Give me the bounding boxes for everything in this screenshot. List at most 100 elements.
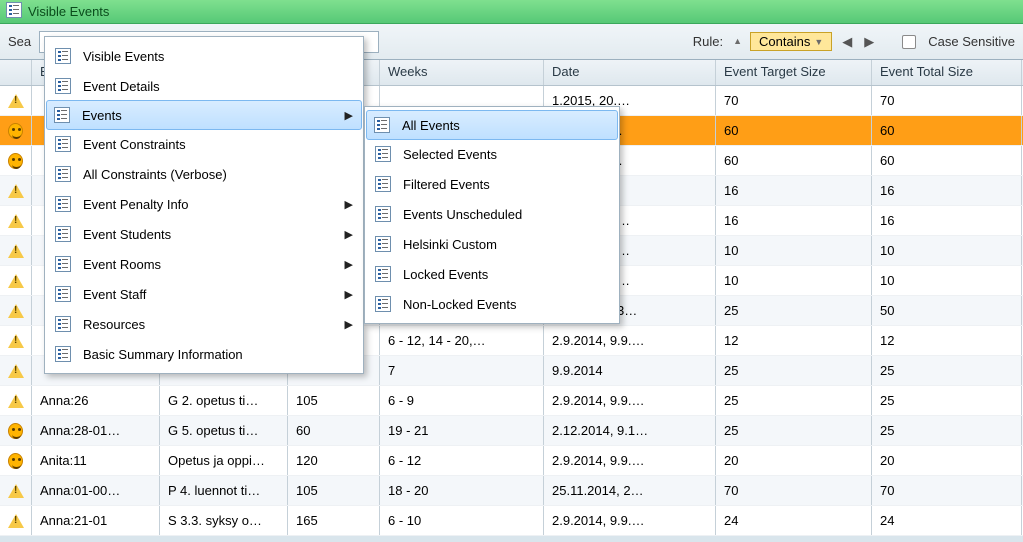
submenu-item[interactable]: Locked Events [367, 259, 617, 289]
cell-total: 16 [872, 176, 1022, 205]
cell-total: 24 [872, 506, 1022, 535]
menu-item[interactable]: Event Penalty Info ▶ [47, 189, 361, 219]
menu-item-label: Basic Summary Information [83, 347, 243, 362]
submenu-item[interactable]: Non-Locked Events [367, 289, 617, 319]
chevron-right-icon: ▶ [345, 198, 353, 211]
cell-total: 20 [872, 446, 1022, 475]
menu-item[interactable]: Event Constraints [47, 129, 361, 159]
col-icon[interactable] [0, 60, 32, 85]
cell-date: 2.9.2014, 9.9.… [544, 326, 716, 355]
menu-item-label: Event Penalty Info [83, 197, 189, 212]
submenu-item[interactable]: Filtered Events [367, 169, 617, 199]
list-icon [52, 107, 72, 123]
menu-item-label: Event Staff [83, 287, 146, 302]
cell-g: P 4. luennot ti… [160, 476, 288, 505]
menu-item[interactable]: Event Students ▶ [47, 219, 361, 249]
menu-item[interactable]: Event Staff▶ [47, 279, 361, 309]
col-total[interactable]: Event Total Size [872, 60, 1022, 85]
list-icon [6, 2, 22, 21]
list-icon [372, 117, 392, 133]
cell-event: Anna:21-01 [32, 506, 160, 535]
cell-date: 2.9.2014, 9.9.… [544, 506, 716, 535]
cell-total: 25 [872, 386, 1022, 415]
table-row[interactable]: Anna:21-01S 3.3. syksy o…1656 - 102.9.20… [0, 506, 1023, 536]
list-icon [373, 266, 393, 282]
cell-total: 10 [872, 266, 1022, 295]
menu-item-label: All Constraints (Verbose) [83, 167, 227, 182]
menu-item-label: Event Students [83, 227, 171, 242]
cell-n: 60 [288, 416, 380, 445]
list-icon [53, 226, 73, 242]
cell-weeks: 18 - 20 [380, 476, 544, 505]
table-row[interactable]: Anna:26G 2. opetus ti…1056 - 92.9.2014, … [0, 386, 1023, 416]
chevron-right-icon: ▶ [345, 258, 353, 271]
rule-prev-group-icon[interactable]: ▲ [733, 36, 742, 46]
list-icon [53, 48, 73, 64]
col-date[interactable]: Date [544, 60, 716, 85]
cell-target: 12 [716, 326, 872, 355]
col-target[interactable]: Event Target Size [716, 60, 872, 85]
table-row[interactable]: Anita:11Opetus ja oppi…1206 - 122.9.2014… [0, 446, 1023, 476]
rule-prev-button[interactable]: ◀ [840, 33, 854, 51]
cell-target: 10 [716, 266, 872, 295]
submenu-item-label: Non-Locked Events [403, 297, 516, 312]
warning-icon [8, 244, 24, 258]
submenu-item-label: Selected Events [403, 147, 497, 162]
list-icon [53, 346, 73, 362]
warning-icon [8, 334, 24, 348]
cell-date: 25.11.2014, 2… [544, 476, 716, 505]
search-label: Sea [8, 34, 31, 49]
menu-item[interactable]: Basic Summary Information [47, 339, 361, 369]
menu-item[interactable]: Events▶ [46, 100, 362, 130]
table-row[interactable]: Anna:28-01…G 5. opetus ti…6019 - 212.12.… [0, 416, 1023, 446]
menu-item[interactable]: Resources▶ [47, 309, 361, 339]
warning-icon [8, 364, 24, 378]
warning-icon [8, 484, 24, 498]
list-icon [53, 286, 73, 302]
cell-target: 16 [716, 206, 872, 235]
table-row[interactable]: Anna:01-00…P 4. luennot ti…10518 - 2025.… [0, 476, 1023, 506]
warning-icon [8, 274, 24, 288]
cell-g: Opetus ja oppi… [160, 446, 288, 475]
cell-weeks: 6 - 10 [380, 506, 544, 535]
rule-label: Rule: [693, 34, 723, 49]
menu-item[interactable]: Visible Events [47, 41, 361, 71]
case-sensitive-checkbox[interactable] [902, 35, 916, 49]
menu-item-label: Event Rooms [83, 257, 161, 272]
list-icon [53, 166, 73, 182]
cell-total: 70 [872, 86, 1022, 115]
list-icon [53, 316, 73, 332]
cell-total: 60 [872, 146, 1022, 175]
submenu-item[interactable]: Events Unscheduled [367, 199, 617, 229]
list-icon [373, 206, 393, 222]
case-sensitive-label: Case Sensitive [928, 34, 1015, 49]
submenu-item[interactable]: Helsinki Custom [367, 229, 617, 259]
chevron-right-icon: ▶ [345, 228, 353, 241]
rule-value: Contains [759, 34, 810, 49]
cell-weeks: 6 - 12, 14 - 20,… [380, 326, 544, 355]
menu-item[interactable]: Event Details [47, 71, 361, 101]
cell-target: 25 [716, 296, 872, 325]
smile-icon [8, 453, 23, 469]
submenu-item-label: Events Unscheduled [403, 207, 522, 222]
cell-g: S 3.3. syksy o… [160, 506, 288, 535]
cell-target: 60 [716, 146, 872, 175]
list-icon [373, 296, 393, 312]
col-weeks[interactable]: Weeks [380, 60, 544, 85]
menu-item[interactable]: Event Rooms ▶ [47, 249, 361, 279]
submenu-item[interactable]: All Events [366, 110, 618, 140]
rule-next-button[interactable]: ▶ [862, 33, 876, 51]
menu-item[interactable]: All Constraints (Verbose) [47, 159, 361, 189]
cell-weeks: 7 [380, 356, 544, 385]
list-icon [373, 176, 393, 192]
context-submenu-events[interactable]: All Events Selected Events Filtered Events… [364, 106, 620, 324]
warning-icon [8, 94, 24, 108]
smile-icon [8, 423, 23, 439]
submenu-item-label: Filtered Events [403, 177, 490, 192]
rule-dropdown[interactable]: Contains ▼ [750, 32, 832, 51]
submenu-item[interactable]: Selected Events [367, 139, 617, 169]
context-menu[interactable]: Visible EventsEvent DetailsEvents▶Event … [44, 36, 364, 374]
cell-event: Anita:11 [32, 446, 160, 475]
menu-item-label: Events [82, 108, 122, 123]
cell-date: 2.9.2014, 9.9.… [544, 446, 716, 475]
